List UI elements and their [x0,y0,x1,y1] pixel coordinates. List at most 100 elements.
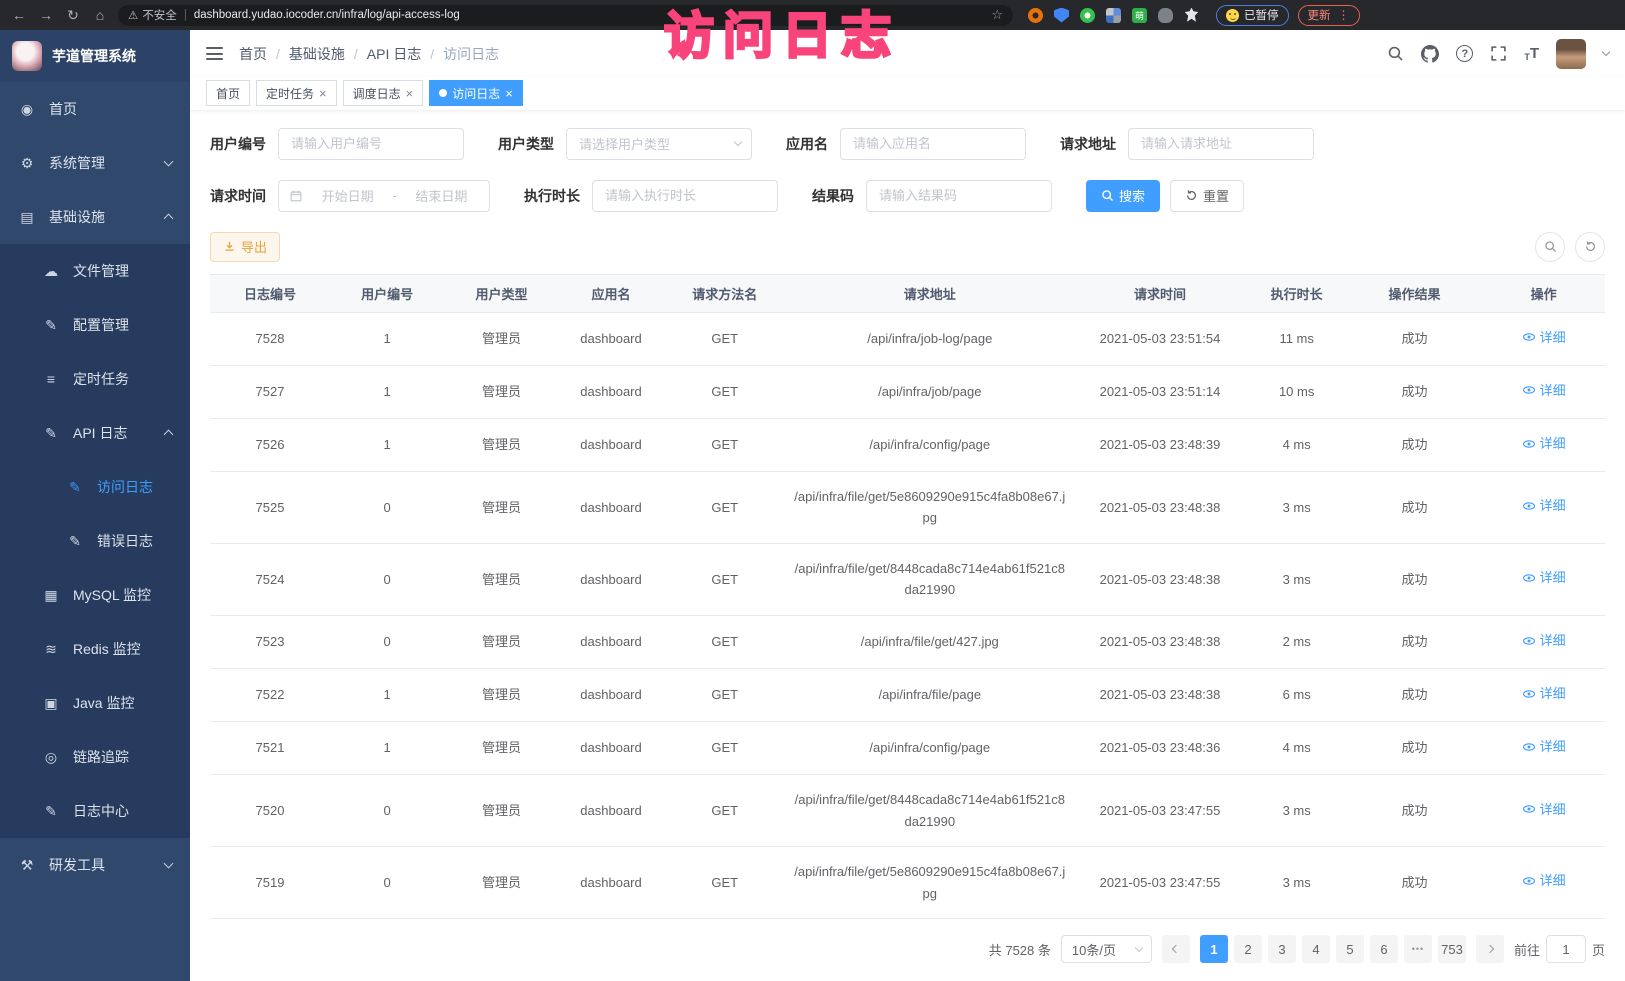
extension-ghost-icon[interactable] [1158,8,1173,23]
cell-request-url: /api/infra/job-log/page [786,312,1073,365]
not-secure-warning[interactable]: ⚠ 不安全 [128,7,177,23]
sidebar-item-config-manage[interactable]: ✎ 配置管理 [0,298,190,352]
duration-input[interactable] [592,180,778,212]
cell-duration: 10 ms [1246,365,1346,418]
close-icon[interactable]: × [406,87,414,100]
page-button[interactable]: 2 [1234,935,1262,963]
close-icon[interactable]: × [505,87,513,100]
avatar-caret-icon[interactable] [1602,48,1610,56]
export-button[interactable]: 导出 [210,232,280,262]
eye-icon [1522,437,1536,451]
extension-paw-icon[interactable] [1184,8,1199,23]
show-search-button[interactable] [1535,232,1565,262]
avatar[interactable] [1556,39,1586,69]
user-id-input[interactable] [278,128,464,160]
detail-link[interactable]: 详细 [1522,567,1566,588]
page-ellipsis[interactable]: ••• [1404,935,1432,963]
detail-link[interactable]: 详细 [1522,433,1566,454]
search-button[interactable]: 搜索 [1086,180,1160,212]
cell-duration: 4 ms [1246,722,1346,775]
sidebar-item-home[interactable]: ◉ 首页 [0,82,190,136]
log-center-icon: ✎ [42,803,60,820]
hamburger-icon[interactable] [206,47,223,60]
reset-button[interactable]: 重置 [1170,180,1244,212]
table-row: 75250管理员dashboardGET/api/infra/file/get/… [210,472,1605,544]
sidebar-item-java-monitor[interactable]: ▣ Java 监控 [0,676,190,730]
goto-page-input[interactable] [1546,935,1586,963]
user-type-select[interactable]: 请选择用户类型 [566,128,752,160]
table-toolbar: 导出 [210,232,1605,262]
breadcrumb-infrastructure[interactable]: 基础设施 [289,44,345,64]
detail-link[interactable]: 详细 [1522,630,1566,651]
detail-link[interactable]: 详细 [1522,495,1566,516]
sidebar-item-system[interactable]: ⚙ 系统管理 [0,136,190,190]
page-button[interactable]: 6 [1370,935,1398,963]
sidebar-item-error-log[interactable]: ✎ 错误日志 [0,514,190,568]
detail-link[interactable]: 详细 [1522,799,1566,820]
tab-home[interactable]: 首页 [206,80,250,106]
extension-grid-icon[interactable] [1106,8,1121,23]
tab-scheduled-task[interactable]: 定时任务 × [256,80,337,106]
cell-log-id: 7528 [210,312,330,365]
fullscreen-icon[interactable] [1490,45,1507,62]
cell-request-method: GET [663,365,786,418]
page-size-select[interactable]: 10条/页 [1061,935,1152,963]
back-icon[interactable]: ← [10,7,28,23]
detail-link[interactable]: 详细 [1522,380,1566,401]
date-range-picker[interactable]: 开始日期 - 结束日期 [278,180,490,212]
sidebar-item-api-log[interactable]: ✎ API 日志 [0,406,190,460]
help-icon[interactable]: ? [1456,45,1473,62]
address-bar[interactable]: ⚠ 不安全 | dashboard.yudao.iocoder.cn/infra… [118,5,1013,26]
extension-green-icon[interactable] [1080,8,1095,23]
eye-icon [1522,687,1536,701]
page-button[interactable]: 5 [1336,935,1364,963]
next-page-button[interactable] [1476,935,1504,963]
detail-link[interactable]: 详细 [1522,870,1566,891]
close-icon[interactable]: × [319,87,327,100]
page-button[interactable]: 4 [1302,935,1330,963]
page-button[interactable]: 753 [1438,935,1466,963]
cloud-upload-icon: ☁ [42,263,60,280]
sidebar-item-dev-tools[interactable]: ⚒ 研发工具 [0,838,190,892]
extension-donut-icon[interactable] [1028,8,1043,23]
refresh-table-button[interactable] [1575,232,1605,262]
tab-schedule-log[interactable]: 调度日志 × [343,80,424,106]
forward-icon[interactable]: → [37,7,55,23]
tab-access-log[interactable]: 访问日志 × [429,80,523,106]
extension-shield-icon[interactable] [1054,8,1069,23]
menu-kebab-icon[interactable]: ⋮ [1338,8,1350,22]
breadcrumb-api-log[interactable]: API 日志 [367,44,421,64]
app-name-input[interactable] [840,128,1026,160]
github-icon[interactable] [1421,45,1439,63]
sidebar-item-redis-monitor[interactable]: ≋ Redis 监控 [0,622,190,676]
page-button[interactable]: 1 [1200,935,1228,963]
prev-page-button[interactable] [1162,935,1190,963]
detail-link[interactable]: 详细 [1522,736,1566,757]
sidebar-item-log-center[interactable]: ✎ 日志中心 [0,784,190,838]
home-icon[interactable]: ⌂ [91,7,109,23]
extension-meng-icon[interactable]: 萌 [1132,8,1147,23]
font-size-icon[interactable]: TT [1524,45,1539,62]
page-button[interactable]: 3 [1268,935,1296,963]
sidebar-item-infrastructure[interactable]: ▤ 基础设施 [0,190,190,244]
request-url-input[interactable] [1128,128,1314,160]
search-icon[interactable] [1387,45,1404,62]
filter-label: 请求地址 [1060,134,1116,154]
sidebar-item-file-manage[interactable]: ☁ 文件管理 [0,244,190,298]
detail-link[interactable]: 详细 [1522,327,1566,348]
cell-request-url: /api/infra/job/page [786,365,1073,418]
update-button[interactable]: 更新 ⋮ [1298,5,1360,26]
sidebar-item-access-log[interactable]: ✎ 访问日志 [0,460,190,514]
breadcrumb-current: 访问日志 [443,44,499,64]
sidebar-item-scheduled-task[interactable]: ≡ 定时任务 [0,352,190,406]
result-code-input[interactable] [866,180,1052,212]
sidebar-item-mysql-monitor[interactable]: ▦ MySQL 监控 [0,568,190,622]
cell-user-type: 管理员 [444,472,558,544]
paused-pill[interactable]: 已暂停 [1216,5,1289,26]
detail-link[interactable]: 详细 [1522,683,1566,704]
reload-icon[interactable]: ↻ [64,7,82,24]
breadcrumb-home[interactable]: 首页 [239,44,267,64]
cell-request-time: 2021-05-03 23:51:14 [1073,365,1246,418]
sidebar-item-trace[interactable]: ◎ 链路追踪 [0,730,190,784]
bookmark-star-icon[interactable]: ☆ [991,7,1003,23]
